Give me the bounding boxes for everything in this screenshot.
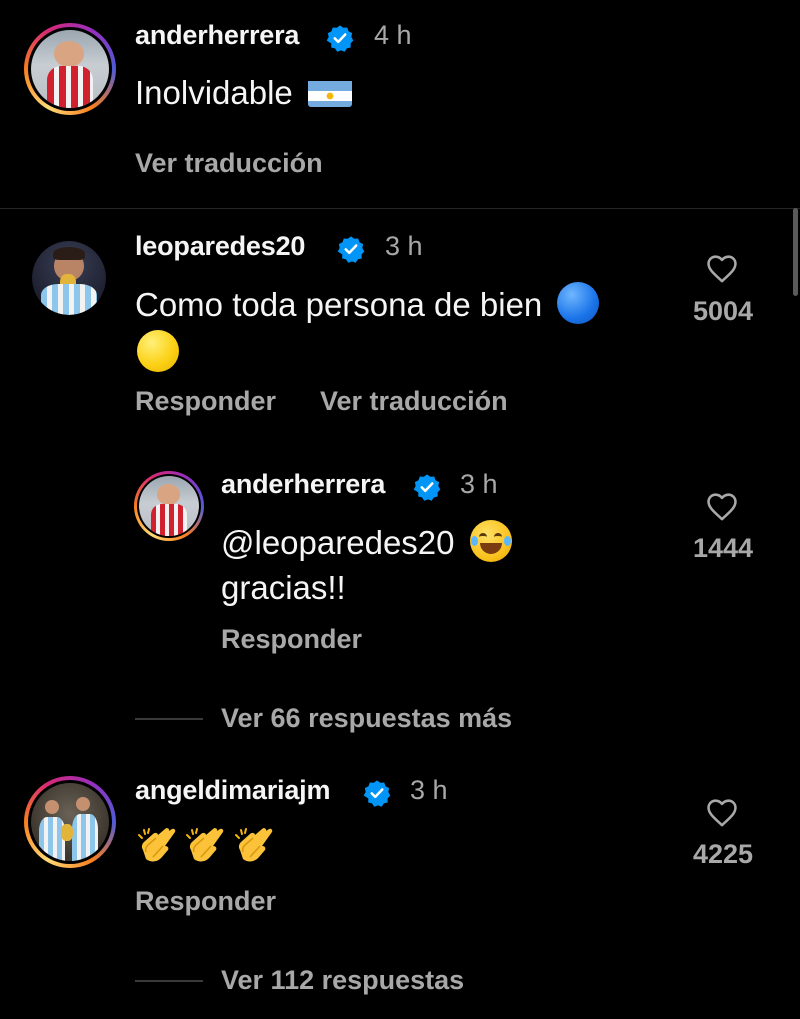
reply-avatar-anderherrera[interactable] xyxy=(134,471,204,541)
view-more-replies-button[interactable]: Ver 66 respuestas más xyxy=(221,703,512,734)
comment-username[interactable]: leoparedes20 xyxy=(135,231,305,262)
replies-line xyxy=(135,980,203,982)
view-replies-button[interactable]: Ver 112 respuestas xyxy=(221,965,464,996)
heart-icon[interactable] xyxy=(705,490,739,522)
post-caption-text: Inolvidable xyxy=(135,74,293,111)
mention-link[interactable]: @leoparedes20 xyxy=(221,524,455,561)
comment-emoji-text xyxy=(136,826,275,870)
blue-circle-emoji xyxy=(557,282,600,324)
reply-button[interactable]: Responder xyxy=(135,886,276,917)
clapping-hands-emoji xyxy=(138,828,176,862)
reply-text: @leoparedes20 gracias!! xyxy=(221,520,661,610)
like-count: 5004 xyxy=(692,296,754,326)
post-time: 4 h xyxy=(374,20,412,50)
like-count: 4225 xyxy=(692,839,754,869)
like-count: 1444 xyxy=(692,533,754,563)
avatar-photo xyxy=(31,783,109,861)
verified-badge-icon xyxy=(413,474,441,501)
comment-avatar-leoparedes20[interactable] xyxy=(32,241,106,315)
comment-avatar-angeldimariajm[interactable] xyxy=(24,776,116,868)
verified-badge-icon xyxy=(326,25,354,52)
scrollbar[interactable] xyxy=(793,208,798,296)
argentina-flag-icon xyxy=(307,77,352,107)
post-caption: Inolvidable xyxy=(135,70,352,115)
translate-link[interactable]: Ver traducción xyxy=(320,386,508,417)
reply-time: 3 h xyxy=(460,469,498,499)
reply-button[interactable]: Responder xyxy=(135,386,276,417)
reply-text-line2: gracias!! xyxy=(221,569,346,606)
avatar-photo xyxy=(31,30,109,108)
heart-icon[interactable] xyxy=(705,796,739,828)
reply-username[interactable]: anderherrera xyxy=(221,469,385,500)
yellow-circle-emoji xyxy=(137,330,179,372)
comment-time: 3 h xyxy=(410,775,448,805)
avatar-photo xyxy=(32,241,106,315)
clapping-hands-emoji xyxy=(186,828,224,862)
replies-line xyxy=(135,718,203,720)
heart-icon[interactable] xyxy=(705,252,739,284)
post-divider xyxy=(0,208,800,209)
verified-badge-icon xyxy=(337,236,365,263)
post-username[interactable]: anderherrera xyxy=(135,20,299,51)
comment-time: 3 h xyxy=(385,231,423,261)
avatar-photo xyxy=(139,476,199,536)
comment-text: Como toda persona de bien xyxy=(135,282,675,327)
comment-text-content: Como toda persona de bien xyxy=(135,286,543,323)
laughing-tears-emoji xyxy=(469,520,512,562)
post-author-avatar[interactable] xyxy=(24,23,116,115)
verified-badge-icon xyxy=(363,780,391,807)
clapping-hands-emoji xyxy=(234,828,273,862)
post-translate-link[interactable]: Ver traducción xyxy=(135,148,323,179)
comment-username[interactable]: angeldimariajm xyxy=(135,775,330,806)
reply-button[interactable]: Responder xyxy=(221,624,362,655)
